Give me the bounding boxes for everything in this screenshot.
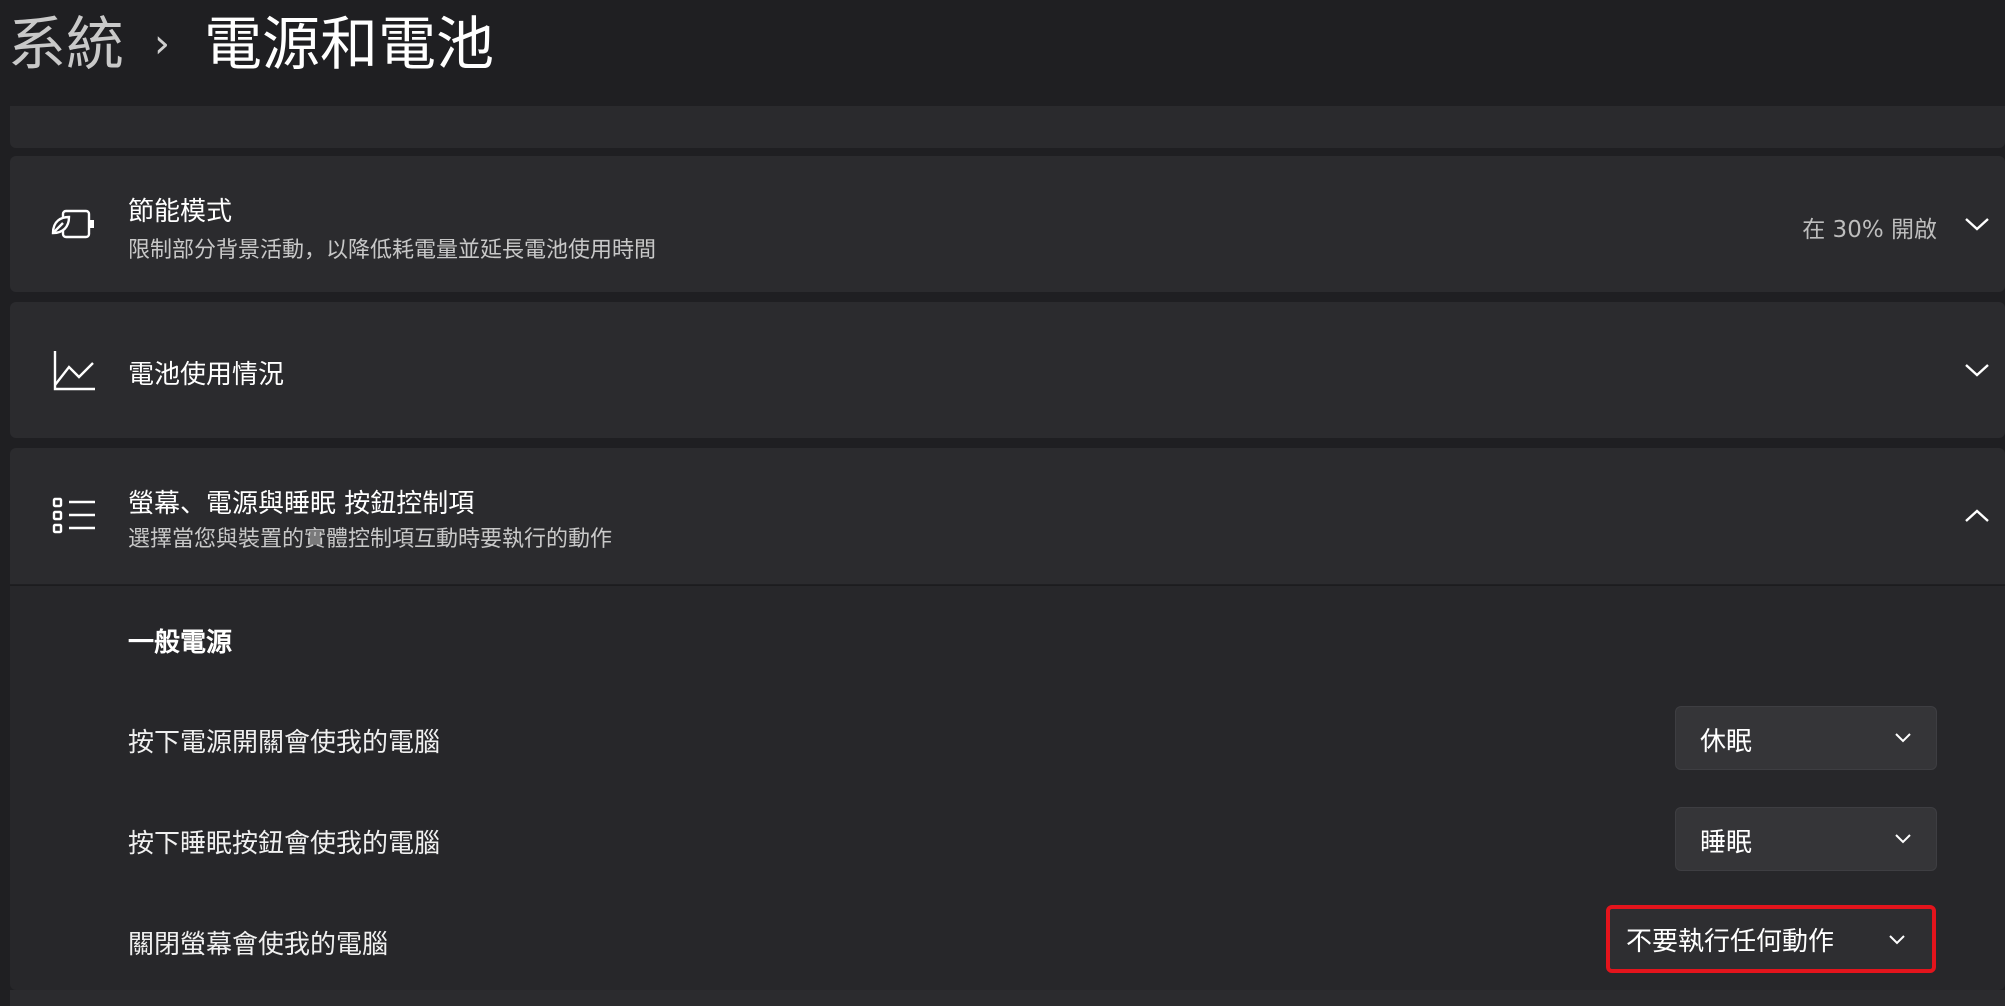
dropdown-value: 睡眠 [1700, 828, 1753, 858]
battery-usage-title: 電池使用情況 [128, 360, 285, 390]
chevron-down-icon[interactable] [1959, 206, 1995, 242]
power-buttons-expanded: 一般電源 按下電源開關會使我的電腦 休眠 按下睡眠按鈕會使我的電腦 睡眠 關閉螢… [10, 585, 2005, 990]
power-buttons-card[interactable]: 螢幕、電源與睡眠 按鈕控制項 選擇當您與裝置的實體控制項互動時要執行的動作 [10, 448, 2005, 584]
energy-saver-status: 在 30% 開啟 [1802, 217, 1937, 243]
energy-saver-subtitle: 限制部分背景活動，以降低耗電量並延長電池使用時間 [128, 238, 657, 263]
breadcrumb-separator: › [154, 21, 170, 67]
section-heading: 一般電源 [128, 628, 233, 658]
chevron-down-icon [1895, 733, 1911, 743]
list-icon [44, 486, 104, 546]
chevron-down-icon [1889, 935, 1905, 945]
chevron-down-icon [1895, 834, 1911, 844]
battery-usage-card[interactable]: 電池使用情況 [10, 302, 2005, 438]
chevron-down-icon[interactable] [1959, 352, 1995, 388]
energy-saver-card[interactable]: 節能模式 限制部分背景活動，以降低耗電量並延長電池使用時間 在 30% 開啟 [10, 156, 2005, 292]
settings-page: 系統 › 電源和電池 節能模式 限制部分背景活動，以降低耗電量並延長電池使用時間… [0, 0, 2005, 1006]
page-title: 電源和電池 [204, 10, 495, 78]
line-chart-icon [44, 340, 104, 400]
dropdown-value: 休眠 [1700, 727, 1753, 757]
breadcrumb-parent[interactable]: 系統 [8, 6, 124, 82]
power-button-label: 按下電源開關會使我的電腦 [128, 728, 441, 758]
chevron-up-icon[interactable] [1959, 498, 1995, 534]
page-header: 系統 › 電源和電池 [0, 0, 2005, 106]
energy-saver-title: 節能模式 [128, 197, 233, 227]
dropdown-value: 不要執行任何動作 [1626, 927, 1835, 957]
lid-close-label: 關閉螢幕會使我的電腦 [128, 930, 389, 960]
sleep-button-label: 按下睡眠按鈕會使我的電腦 [128, 829, 441, 859]
power-buttons-title: 螢幕、電源與睡眠 按鈕控制項 [128, 489, 475, 519]
power-buttons-subtitle: 選擇當您與裝置的實體控制項互動時要執行的動作 [128, 527, 613, 552]
leaf-battery-icon [44, 194, 104, 254]
lid-close-dropdown[interactable]: 不要執行任何動作 [1606, 905, 1936, 973]
sleep-button-dropdown[interactable]: 睡眠 [1675, 807, 1937, 871]
power-button-dropdown[interactable]: 休眠 [1675, 706, 1937, 770]
next-setting-card [10, 990, 2005, 1006]
previous-setting-card [10, 106, 2005, 148]
